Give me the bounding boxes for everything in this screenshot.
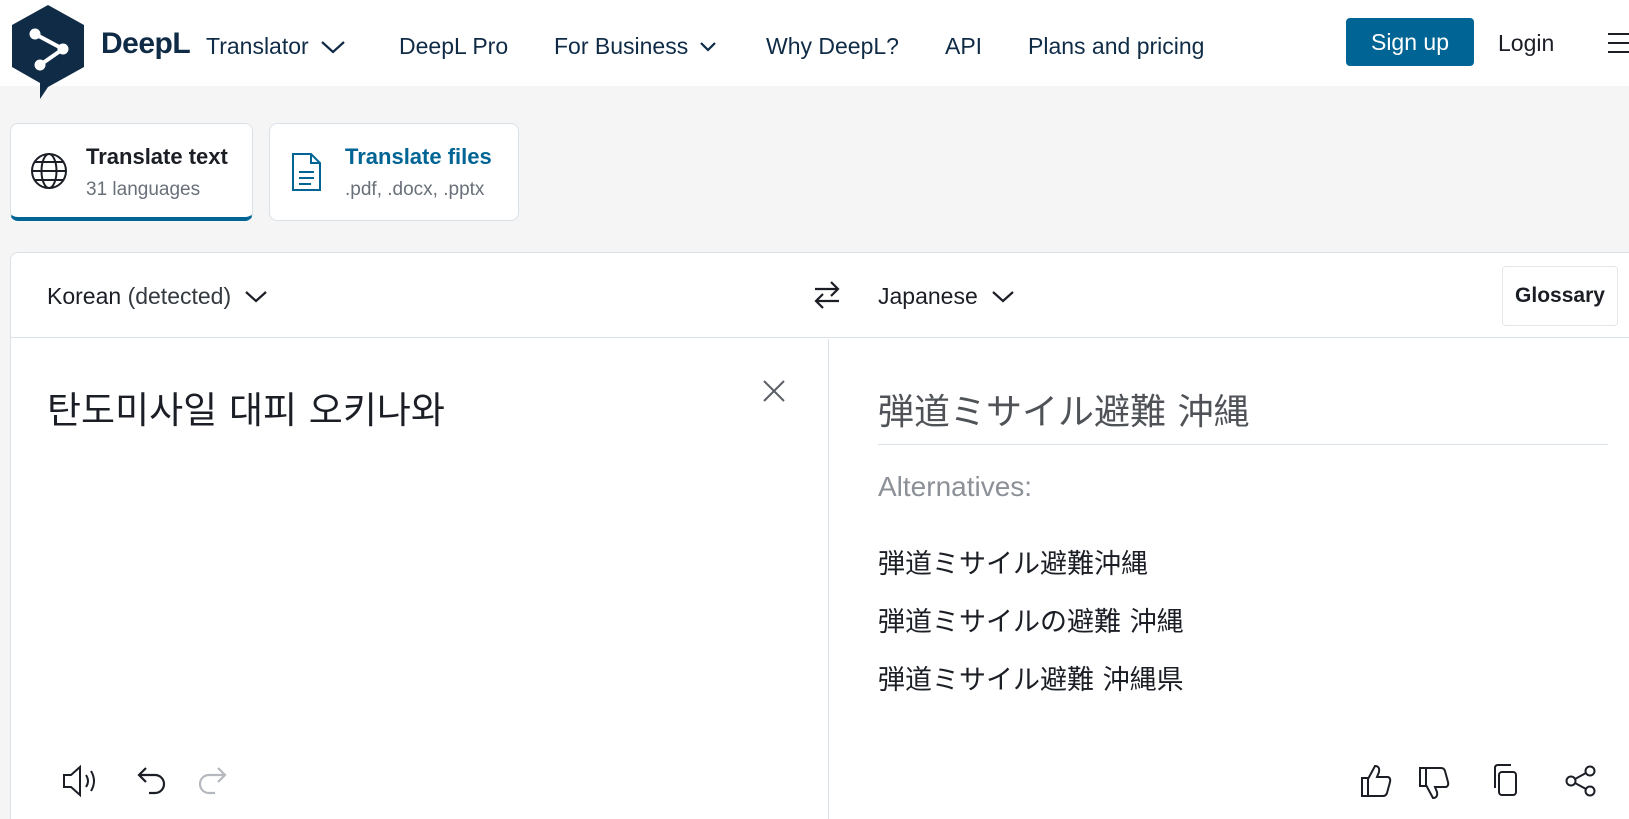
panel-divider: [828, 339, 829, 819]
target-language-select[interactable]: Japanese: [878, 283, 1016, 310]
alternative-translation[interactable]: 弾道ミサイル避難沖縄: [878, 542, 1148, 581]
globe-icon: [31, 153, 67, 189]
source-language-label: Korean (detected): [47, 283, 231, 310]
source-text-input[interactable]: 탄도미사일 대피 오키나와: [47, 380, 727, 434]
nav-for-business[interactable]: For Business: [554, 33, 718, 60]
nav-api[interactable]: API: [945, 33, 982, 60]
detected-label: (detected): [127, 283, 232, 309]
nav-for-business-label: For Business: [554, 33, 689, 59]
close-icon[interactable]: [761, 378, 787, 404]
tab-translate-files[interactable]: Translate files .pdf, .docx, .pptx: [269, 123, 519, 221]
tab-translate-text[interactable]: Translate text 31 languages: [10, 123, 253, 221]
chevron-down-icon: [245, 290, 267, 302]
thumbs-down-icon[interactable]: [1416, 765, 1452, 801]
hamburger-menu-icon[interactable]: [1606, 30, 1629, 56]
chevron-down-icon: [700, 41, 716, 52]
translator-panel: Korean (detected) Japanese Glossary 탄도미사…: [10, 252, 1629, 819]
alternative-translation[interactable]: 弾道ミサイル避難 沖縄県: [878, 658, 1184, 697]
nav-why-deepl[interactable]: Why DeepL?: [766, 33, 899, 60]
chevron-down-icon: [320, 40, 345, 53]
tab-translate-text-subtitle: 31 languages: [86, 179, 201, 200]
share-icon[interactable]: [1564, 764, 1598, 798]
nav-deepl-pro[interactable]: DeepL Pro: [399, 33, 508, 60]
chevron-down-icon: [992, 290, 1014, 302]
source-language-name: Korean: [47, 283, 122, 309]
speaker-icon[interactable]: [61, 763, 101, 799]
alternatives-heading: Alternatives:: [878, 471, 1033, 502]
nav-plans-pricing[interactable]: Plans and pricing: [1028, 33, 1204, 60]
copy-icon[interactable]: [1490, 762, 1520, 798]
target-language-name: Japanese: [878, 283, 978, 309]
glossary-button[interactable]: Glossary: [1502, 266, 1618, 326]
deepl-logo-icon[interactable]: [8, 3, 88, 101]
brand-name[interactable]: DeepL: [101, 27, 191, 61]
document-icon: [292, 153, 321, 191]
translator-menu-label: Translator: [206, 33, 309, 59]
tab-translate-files-title: Translate files: [345, 144, 492, 169]
redo-icon[interactable]: [195, 764, 229, 798]
language-bar: Korean (detected) Japanese Glossary: [11, 253, 1629, 338]
undo-icon[interactable]: [135, 764, 169, 798]
tab-translate-text-title: Translate text: [86, 144, 228, 169]
swap-languages-icon[interactable]: [811, 278, 843, 312]
source-language-select[interactable]: Korean (detected): [47, 283, 269, 310]
output-divider: [878, 444, 1608, 445]
thumbs-up-icon[interactable]: [1358, 763, 1394, 799]
top-navigation-bar: DeepL Translator DeepL Pro For Business …: [0, 0, 1629, 99]
translator-menu[interactable]: Translator: [206, 33, 347, 60]
login-link[interactable]: Login: [1498, 30, 1554, 57]
signup-button[interactable]: Sign up: [1346, 18, 1474, 66]
translation-output: 弾道ミサイル避難 沖縄: [878, 392, 1250, 433]
tab-translate-files-subtitle: .pdf, .docx, .pptx: [345, 179, 485, 200]
alternative-translation[interactable]: 弾道ミサイルの避難 沖縄: [878, 600, 1184, 639]
